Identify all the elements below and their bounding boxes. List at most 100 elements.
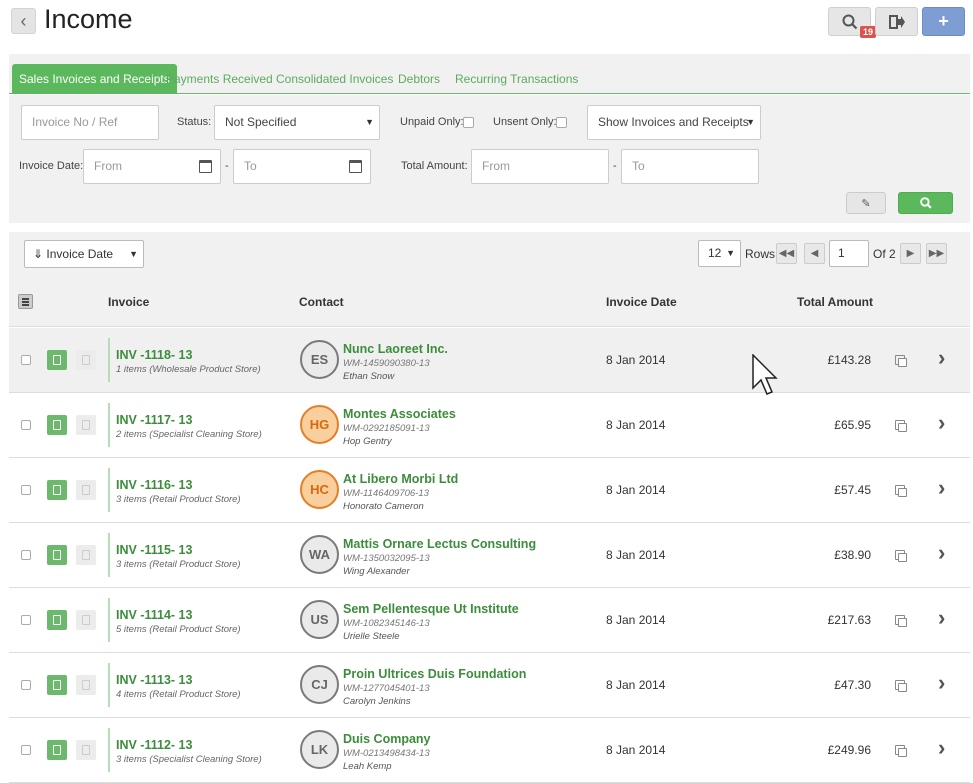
total-amount: £38.90: [834, 548, 871, 562]
column-menu-icon[interactable]: [18, 294, 33, 309]
document-secondary-icon[interactable]: [76, 350, 96, 370]
avatar: HC: [300, 470, 339, 509]
contact-name[interactable]: Duis Company: [343, 732, 431, 746]
copy-icon[interactable]: [895, 485, 907, 497]
tab-recurring-transactions[interactable]: Recurring Transactions: [455, 64, 578, 94]
total-amount: £143.28: [827, 353, 871, 367]
invoice-row[interactable]: INV -1117- 13 2 items (Specialist Cleani…: [9, 393, 970, 458]
invoice-row[interactable]: INV -1118- 13 1 items (Wholesale Product…: [9, 328, 970, 393]
copy-icon[interactable]: [895, 550, 907, 562]
export-button[interactable]: [875, 7, 918, 36]
document-secondary-icon[interactable]: [76, 610, 96, 630]
show-select[interactable]: Show Invoices and Receipts ▼: [587, 105, 761, 140]
invoice-number[interactable]: INV -1114- 13: [116, 608, 192, 622]
invoice-date: 8 Jan 2014: [606, 743, 666, 757]
total-amount: £47.30: [834, 678, 871, 692]
row-checkbox[interactable]: [21, 420, 31, 430]
invoice-items: 3 items (Specialist Cleaning Store): [116, 754, 262, 765]
document-icon[interactable]: [47, 610, 67, 630]
tab-payments-received[interactable]: Payments Received: [166, 64, 273, 94]
invoice-row[interactable]: INV -1115- 13 3 items (Retail Product St…: [9, 523, 970, 588]
chevron-right-icon[interactable]: ›: [938, 605, 945, 631]
document-secondary-icon[interactable]: [76, 480, 96, 500]
contact-name[interactable]: Montes Associates: [343, 407, 456, 421]
copy-icon[interactable]: [895, 680, 907, 692]
contact-name[interactable]: At Libero Morbi Ltd: [343, 472, 458, 486]
copy-icon[interactable]: [895, 745, 907, 757]
row-checkbox[interactable]: [21, 355, 31, 365]
row-checkbox[interactable]: [21, 745, 31, 755]
document-icon[interactable]: [47, 545, 67, 565]
contact-name[interactable]: Proin Ultrices Duis Foundation: [343, 667, 526, 681]
document-icon[interactable]: [47, 740, 67, 760]
add-button[interactable]: +: [922, 7, 965, 36]
amount-to-input[interactable]: To: [621, 149, 759, 184]
contact-name[interactable]: Nunc Laoreet Inc.: [343, 342, 448, 356]
chevron-right-icon[interactable]: ›: [938, 670, 945, 696]
status-select[interactable]: Not Specified ▼: [214, 105, 380, 140]
invoice-number[interactable]: INV -1113- 13: [116, 673, 192, 687]
rows-select[interactable]: 12 ▼: [698, 240, 741, 267]
sort-select[interactable]: ⇓ Invoice Date ▼: [24, 240, 144, 268]
show-value: Show Invoices and Receipts: [598, 115, 749, 129]
invoice-ref-input[interactable]: Invoice No / Ref: [21, 105, 159, 140]
prev-page-button[interactable]: ◀: [804, 243, 825, 264]
last-page-button[interactable]: ▶▶: [926, 243, 947, 264]
invoice-number[interactable]: INV -1116- 13: [116, 478, 192, 492]
document-secondary-icon[interactable]: [76, 545, 96, 565]
document-secondary-icon[interactable]: [76, 675, 96, 695]
back-button[interactable]: ‹: [11, 8, 36, 34]
calendar-icon[interactable]: [349, 160, 362, 173]
chevron-right-icon[interactable]: ›: [938, 475, 945, 501]
tab-consolidated-invoices[interactable]: Consolidated Invoices: [276, 64, 393, 94]
unpaid-checkbox[interactable]: [463, 117, 474, 128]
invoice-row[interactable]: INV -1114- 13 5 items (Retail Product St…: [9, 588, 970, 653]
chevron-right-icon[interactable]: ›: [938, 345, 945, 371]
invoice-number[interactable]: INV -1118- 13: [116, 348, 192, 362]
invoice-number[interactable]: INV -1112- 13: [116, 738, 192, 752]
row-checkbox[interactable]: [21, 680, 31, 690]
invoice-row[interactable]: INV -1116- 13 3 items (Retail Product St…: [9, 458, 970, 523]
row-checkbox[interactable]: [21, 615, 31, 625]
next-page-button[interactable]: ▶: [900, 243, 921, 264]
document-icon[interactable]: [47, 350, 67, 370]
document-icon[interactable]: [47, 480, 67, 500]
header-invoice-date[interactable]: Invoice Date: [606, 295, 677, 309]
header-total-amount[interactable]: Total Amount: [797, 295, 873, 309]
filter-panel: Invoice No / Ref Status: Not Specified ▼ …: [9, 95, 970, 223]
unsent-checkbox[interactable]: [556, 117, 567, 128]
header-invoice[interactable]: Invoice: [108, 295, 149, 309]
date-from-input[interactable]: From: [83, 149, 221, 184]
amount-from-input[interactable]: From: [471, 149, 609, 184]
search-button[interactable]: [898, 192, 953, 214]
copy-icon[interactable]: [895, 355, 907, 367]
document-icon[interactable]: [47, 415, 67, 435]
document-secondary-icon[interactable]: [76, 740, 96, 760]
tab-sales-invoices[interactable]: Sales Invoices and Receipts: [12, 64, 177, 94]
chevron-right-icon[interactable]: ›: [938, 410, 945, 436]
calendar-icon[interactable]: [199, 160, 212, 173]
tab-debtors[interactable]: Debtors: [398, 64, 440, 94]
row-checkbox[interactable]: [21, 550, 31, 560]
date-to-input[interactable]: To: [233, 149, 371, 184]
invoice-number[interactable]: INV -1117- 13: [116, 413, 192, 427]
first-page-button[interactable]: ◀◀: [776, 243, 797, 264]
invoice-row[interactable]: INV -1113- 13 4 items (Retail Product St…: [9, 653, 970, 718]
chevron-right-icon[interactable]: ›: [938, 540, 945, 566]
copy-icon[interactable]: [895, 420, 907, 432]
clear-filters-button[interactable]: ✎: [846, 192, 886, 214]
chevron-right-icon[interactable]: ›: [938, 735, 945, 761]
invoice-number[interactable]: INV -1115- 13: [116, 543, 192, 557]
contact-name[interactable]: Mattis Ornare Lectus Consulting: [343, 537, 536, 551]
avatar: ES: [300, 340, 339, 379]
page-input[interactable]: 1: [829, 240, 869, 267]
mouse-cursor-icon: [752, 354, 778, 395]
copy-icon[interactable]: [895, 615, 907, 627]
invoice-row[interactable]: INV -1112- 13 3 items (Specialist Cleani…: [9, 718, 970, 783]
document-icon[interactable]: [47, 675, 67, 695]
avatar: US: [300, 600, 339, 639]
document-secondary-icon[interactable]: [76, 415, 96, 435]
contact-name[interactable]: Sem Pellentesque Ut Institute: [343, 602, 519, 616]
header-contact[interactable]: Contact: [299, 295, 344, 309]
row-checkbox[interactable]: [21, 485, 31, 495]
